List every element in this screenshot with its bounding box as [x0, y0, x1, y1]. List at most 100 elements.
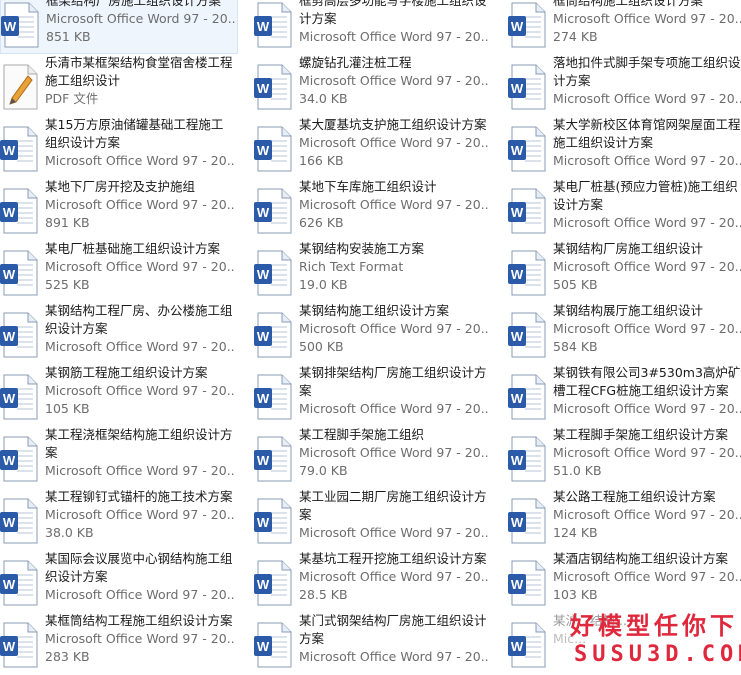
word-doc-icon: W — [254, 374, 294, 420]
file-name: 某门式钢架结构厂房施工组织设计方案 — [299, 613, 487, 646]
file-info: 某钢排架结构厂房施工组织设计方案 Microsoft Office Word 97… — [299, 364, 489, 418]
file-info: 螺旋钻孔灌注桩工程 Microsoft Office Word 97 - 20..… — [299, 54, 489, 108]
file-name: 某钢排架结构厂房施工组织设计方案 — [299, 365, 487, 398]
file-type: Microsoft Office Word 97 - 20... — [299, 445, 489, 460]
file-item[interactable]: W 某工程浇框架结构施工组织设计方案 Microsoft Office Word 9… — [0, 426, 250, 488]
file-item[interactable]: W 某工程铆钉式锚杆的施工技术方案 Microsoft Office Word 97… — [0, 488, 250, 550]
file-info: 某地下车库施工组织设计 Microsoft Office Word 97 - 20… — [299, 178, 489, 232]
file-item[interactable]: W 某工业园二期厂房施工组织设计方案 Microsoft Office Word 9… — [254, 488, 504, 550]
file-item[interactable]: W 某工程脚手架施工组织 Microsoft Office Word 97 - 20… — [254, 426, 504, 488]
file-item[interactable]: W 某钢排架结构厂房施工组织设计方案 Microsoft Office Word 9… — [254, 364, 504, 426]
file-item[interactable]: W 某钢结构安装施工方案 Rich Text Format 19.0 KB — [254, 240, 504, 302]
svg-text:W: W — [511, 329, 524, 344]
svg-text:W: W — [3, 205, 16, 220]
word-doc-icon: W — [0, 374, 40, 420]
svg-text:W: W — [511, 391, 524, 406]
file-size: 274 KB — [553, 29, 598, 44]
file-name: 乐清市某框架结构食堂宿舍楼工程施工组织设计 — [45, 55, 233, 88]
file-type: Microsoft Office Word 97 - 20... — [299, 569, 489, 584]
svg-text:W: W — [3, 453, 16, 468]
word-doc-icon: W — [254, 622, 294, 668]
svg-text:W: W — [511, 577, 524, 592]
file-item[interactable]: W 某钢结构厂房施工组织设计 Microsoft Office Word 97 - … — [508, 240, 741, 302]
file-item[interactable]: W 某15万方原油储罐基础工程施工组织设计方案 Microsoft Office W… — [0, 116, 250, 178]
file-name: 某地下车库施工组织设计 — [299, 179, 437, 194]
file-item[interactable]: W 螺旋钻孔灌注桩工程 Microsoft Office Word 97 - 20.… — [254, 54, 504, 116]
tile-row: W 某电厂桩基础施工组织设计方案 Microsoft Office Word 97 … — [0, 240, 741, 302]
watermark-logo: 好模型任你下 SUSU3D.COM — [552, 602, 741, 675]
file-item[interactable]: W 框剪高层多功能写字楼施工组织设计方案 Microsoft Office Word… — [254, 0, 504, 54]
file-info: 某钢结构安装施工方案 Rich Text Format 19.0 KB — [299, 240, 489, 294]
rtf-doc-icon: W — [254, 250, 294, 296]
file-size: 626 KB — [299, 215, 344, 230]
file-info: 某钢结构展厅施工组织设计 Microsoft Office Word 97 - 2… — [553, 302, 741, 356]
file-info: 乐清市某框架结构食堂宿舍楼工程施工组织设计 PDF 文件 — [45, 54, 235, 108]
file-name: 某框筒结构工程施工组织设计方案 — [45, 613, 233, 628]
file-item[interactable]: W 某钢结构施工组织设计方案 Microsoft Office Word 97 - … — [254, 302, 504, 364]
word-doc-icon: W — [0, 126, 40, 172]
file-item[interactable]: 乐清市某框架结构食堂宿舍楼工程施工组织设计 PDF 文件 — [0, 54, 250, 116]
file-item[interactable]: W 某国际会议展览中心钢结构施工组织设计方案 Microsoft Office Wo… — [0, 550, 250, 612]
word-doc-icon: W — [254, 498, 294, 544]
file-size: 500 KB — [299, 339, 344, 354]
file-type: Microsoft Office Word 97 - 20... — [553, 569, 741, 584]
file-item[interactable]: W 某公路工程施工组织设计方案 Microsoft Office Word 97 -… — [508, 488, 741, 550]
file-item[interactable]: W 某基坑工程开挖施工组织设计方案 Microsoft Office Word 97… — [254, 550, 504, 612]
file-item[interactable]: W 落地扣件式脚手架专项施工组织设计方案 Microsoft Office Word… — [508, 54, 741, 116]
file-item[interactable]: W 某地下厂房开挖及支护施组 Microsoft Office Word 97 - … — [0, 178, 250, 240]
file-name: 某工程脚手架施工组织 — [299, 427, 425, 442]
file-item[interactable]: W 某钢结构展厅施工组织设计 Microsoft Office Word 97 - … — [508, 302, 741, 364]
word-doc-icon: W — [0, 622, 40, 668]
file-type: PDF 文件 — [45, 91, 99, 106]
file-info: 某大厦基坑支护施工组织设计方案 Microsoft Office Word 97 … — [299, 116, 489, 170]
file-info: 某地下厂房开挖及支护施组 Microsoft Office Word 97 - 2… — [45, 178, 235, 232]
file-name: 某钢结构工程厂房、办公楼施工组织设计方案 — [45, 303, 233, 336]
file-item[interactable]: W 某钢铁有限公司3#530m3高炉矿槽工程CFG桩施工组织设计方案 Microso… — [508, 364, 741, 426]
word-doc-icon: W — [254, 560, 294, 606]
file-info: 某工业园二期厂房施工组织设计方案 Microsoft Office Word 97… — [299, 488, 489, 542]
svg-text:W: W — [3, 639, 16, 654]
word-doc-icon: W — [0, 312, 40, 358]
file-type: Microsoft Office Word 97 - 20... — [45, 197, 235, 212]
file-info: 某酒店钢结构施工组织设计方案 Microsoft Office Word 97 -… — [553, 550, 741, 604]
svg-text:W: W — [257, 19, 270, 34]
svg-text:W: W — [511, 453, 524, 468]
file-info: 某钢结构施工组织设计方案 Microsoft Office Word 97 - 2… — [299, 302, 489, 356]
file-type: Microsoft Office Word 97 - 20... — [553, 91, 741, 106]
file-name: 某工程脚手架施工组织设计方案 — [553, 427, 729, 442]
file-item[interactable]: W 某电厂桩基础施工组织设计方案 Microsoft Office Word 97 … — [0, 240, 250, 302]
word-doc-icon: W — [508, 622, 548, 668]
svg-text:W: W — [4, 19, 17, 34]
file-item[interactable]: W 某钢结构工程厂房、办公楼施工组织设计方案 Microsoft Office Wo… — [0, 302, 250, 364]
file-item[interactable]: W 框筒结构施工组织设计方案 Microsoft Office Word 97 - … — [508, 0, 741, 54]
file-item[interactable]: W 某工程脚手架施工组织设计方案 Microsoft Office Word 97 … — [508, 426, 741, 488]
file-item[interactable]: W 框架结构厂房施工组织设计方案 Microsoft Office Word 97 … — [0, 0, 238, 54]
file-name: 某钢结构安装施工方案 — [299, 241, 425, 256]
file-info: 某公路工程施工组织设计方案 Microsoft Office Word 97 - … — [553, 488, 741, 542]
word-doc-icon: W — [508, 250, 548, 296]
file-size: 105 KB — [45, 401, 90, 416]
file-item[interactable]: W 某大厦基坑支护施工组织设计方案 Microsoft Office Word 97… — [254, 116, 504, 178]
file-info: 框架结构厂房施工组织设计方案 Microsoft Office Word 97 -… — [46, 0, 236, 46]
file-size: 891 KB — [45, 215, 90, 230]
tile-row: W 框架结构厂房施工组织设计方案 Microsoft Office Word 97 … — [0, 0, 741, 54]
file-size: 283 KB — [45, 649, 90, 664]
file-item[interactable]: W 某框筒结构工程施工组织设计方案 Microsoft Office Word 97… — [0, 612, 250, 674]
tile-row: W 某钢结构工程厂房、办公楼施工组织设计方案 Microsoft Office Wo… — [0, 302, 741, 364]
file-info: 某框筒结构工程施工组织设计方案 Microsoft Office Word 97 … — [45, 612, 235, 666]
file-item[interactable]: W 某大学新校区体育馆网架屋面工程施工组织设计方案 Microsoft Office… — [508, 116, 741, 178]
word-doc-icon: W — [508, 436, 548, 482]
word-doc-icon: W — [508, 64, 548, 110]
file-type: Microsoft Office Word 97 - 20... — [45, 153, 235, 168]
tile-row: W 某工程浇框架结构施工组织设计方案 Microsoft Office Word 9… — [0, 426, 741, 488]
word-doc-icon: W — [508, 498, 548, 544]
file-name: 框架结构厂房施工组织设计方案 — [46, 0, 222, 8]
svg-text:W: W — [257, 453, 270, 468]
file-name: 某电厂桩基础施工组织设计方案 — [45, 241, 221, 256]
file-item[interactable]: W 某电厂桩基(预应力管桩)施工组织设计方案 Microsoft Office Wo… — [508, 178, 741, 240]
file-item[interactable]: W 某地下车库施工组织设计 Microsoft Office Word 97 - 2… — [254, 178, 504, 240]
file-item[interactable]: W 某门式钢架结构厂房施工组织设计方案 Microsoft Office Word … — [254, 612, 504, 674]
word-doc-icon: W — [508, 188, 548, 234]
file-item[interactable]: W 某钢筋工程施工组织设计方案 Microsoft Office Word 97 -… — [0, 364, 250, 426]
svg-text:W: W — [3, 577, 16, 592]
